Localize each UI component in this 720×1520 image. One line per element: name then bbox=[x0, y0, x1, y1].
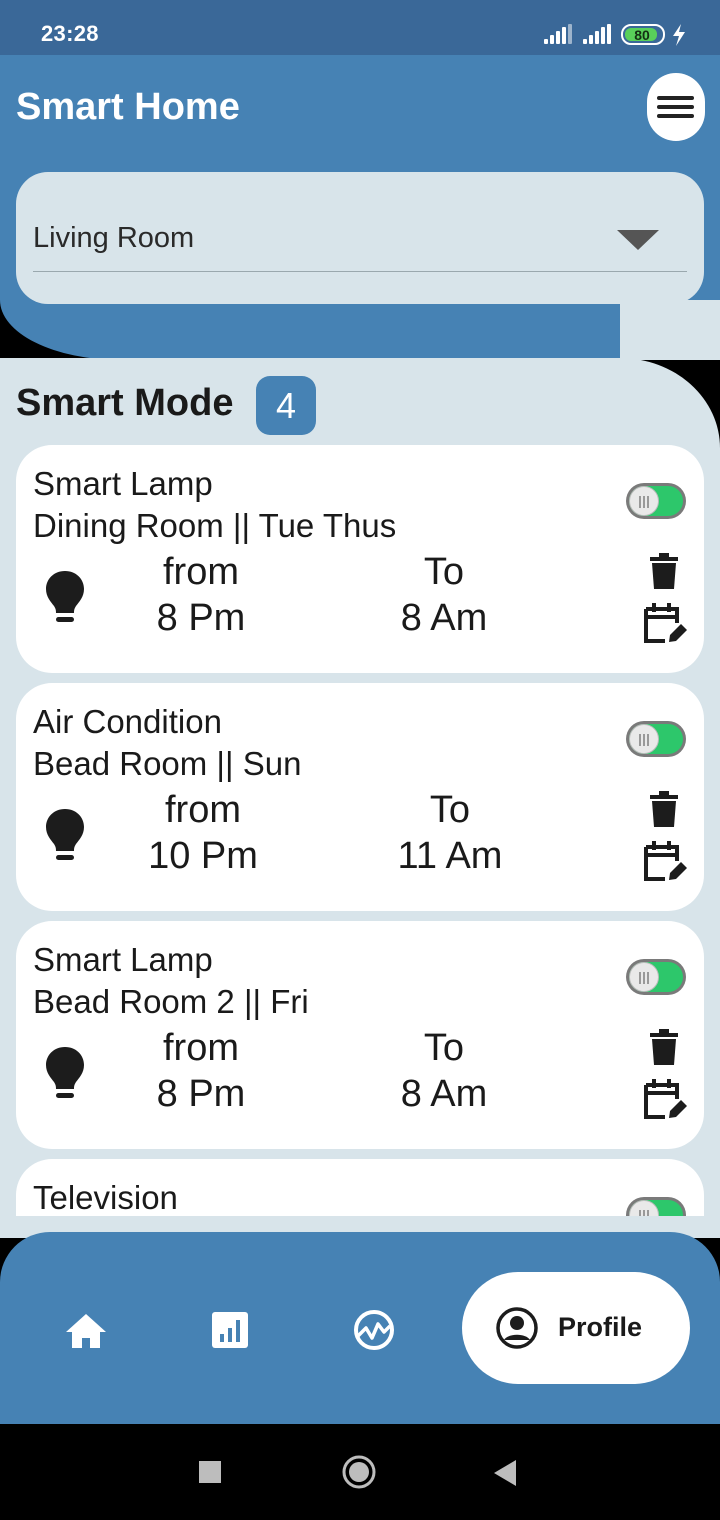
room-dropdown-value: Living Room bbox=[33, 222, 195, 254]
page-title: Smart Home bbox=[16, 86, 240, 128]
from-label: from bbox=[163, 551, 239, 593]
dropdown-arrow-icon bbox=[617, 230, 659, 250]
device-name: Air Condition bbox=[33, 703, 222, 740]
status-bar: 23:28 80 bbox=[0, 0, 720, 55]
delete-icon[interactable] bbox=[650, 791, 678, 827]
delete-icon[interactable] bbox=[650, 553, 678, 589]
edit-calendar-icon[interactable] bbox=[643, 601, 687, 645]
smart-mode-list[interactable]: Smart Lamp Dining Room || Tue Thus from … bbox=[0, 440, 720, 1216]
device-name: Smart Lamp bbox=[33, 465, 213, 502]
enable-toggle[interactable] bbox=[626, 1197, 686, 1216]
to-label: To bbox=[423, 1027, 465, 1069]
home-button-icon[interactable] bbox=[341, 1454, 377, 1490]
activity-icon[interactable] bbox=[352, 1308, 396, 1352]
status-time: 23:28 bbox=[41, 21, 99, 46]
enable-toggle[interactable] bbox=[626, 959, 686, 995]
room-dropdown[interactable]: Living Room bbox=[16, 172, 704, 304]
battery-level: 80 bbox=[634, 27, 650, 43]
lightbulb-icon bbox=[46, 1047, 84, 1098]
to-time: 8 Am bbox=[400, 1073, 488, 1115]
device-name: Television bbox=[33, 1179, 178, 1216]
from-label: from bbox=[165, 789, 241, 831]
mode-count-badge: 4 bbox=[256, 376, 316, 435]
recent-apps-icon[interactable] bbox=[199, 1461, 221, 1483]
device-room-days: Dining Room || Tue Thus bbox=[33, 507, 397, 544]
to-label: To bbox=[429, 789, 471, 831]
enable-toggle[interactable] bbox=[626, 721, 686, 757]
charging-icon bbox=[673, 24, 685, 46]
to-label: To bbox=[423, 551, 465, 593]
edit-calendar-icon[interactable] bbox=[643, 839, 687, 883]
nav-profile-label: Profile bbox=[558, 1312, 643, 1342]
enable-toggle[interactable] bbox=[626, 483, 686, 519]
smart-mode-card[interactable]: Television bbox=[16, 1159, 704, 1216]
signal-icon bbox=[583, 24, 611, 44]
from-time: 8 Pm bbox=[156, 1073, 246, 1115]
nav-profile-tab[interactable]: Profile bbox=[462, 1272, 690, 1384]
bar-chart-icon[interactable] bbox=[208, 1308, 252, 1352]
delete-icon[interactable] bbox=[650, 1029, 678, 1065]
smart-mode-card[interactable]: Smart Lamp Dining Room || Tue Thus from … bbox=[16, 445, 704, 673]
edit-calendar-icon[interactable] bbox=[643, 1077, 687, 1121]
section-title: Smart Mode bbox=[16, 382, 234, 424]
from-time: 8 Pm bbox=[156, 597, 246, 639]
from-label: from bbox=[163, 1027, 239, 1069]
device-room-days: Bead Room 2 || Fri bbox=[33, 983, 309, 1020]
lightbulb-icon bbox=[46, 571, 84, 622]
smart-mode-card[interactable]: Air Condition Bead Room || Sun from 10 P… bbox=[16, 683, 704, 911]
device-name: Smart Lamp bbox=[33, 941, 213, 978]
to-time: 11 Am bbox=[397, 835, 503, 877]
device-room-days: Bead Room || Sun bbox=[33, 745, 302, 782]
from-time: 10 Pm bbox=[148, 835, 258, 877]
menu-button[interactable] bbox=[647, 73, 705, 141]
back-icon[interactable] bbox=[494, 1460, 518, 1486]
bottom-navigation: Profile bbox=[0, 1232, 720, 1424]
smart-mode-card[interactable]: Smart Lamp Bead Room 2 || Fri from 8 Pm … bbox=[16, 921, 704, 1149]
dropdown-underline bbox=[33, 271, 687, 272]
to-time: 8 Am bbox=[400, 597, 488, 639]
account-circle-icon bbox=[496, 1307, 538, 1349]
battery-icon: 80 bbox=[621, 24, 665, 45]
system-navigation-bar bbox=[0, 1424, 720, 1520]
home-icon[interactable] bbox=[64, 1308, 108, 1352]
signal-icon bbox=[544, 24, 572, 44]
lightbulb-icon bbox=[46, 809, 84, 860]
